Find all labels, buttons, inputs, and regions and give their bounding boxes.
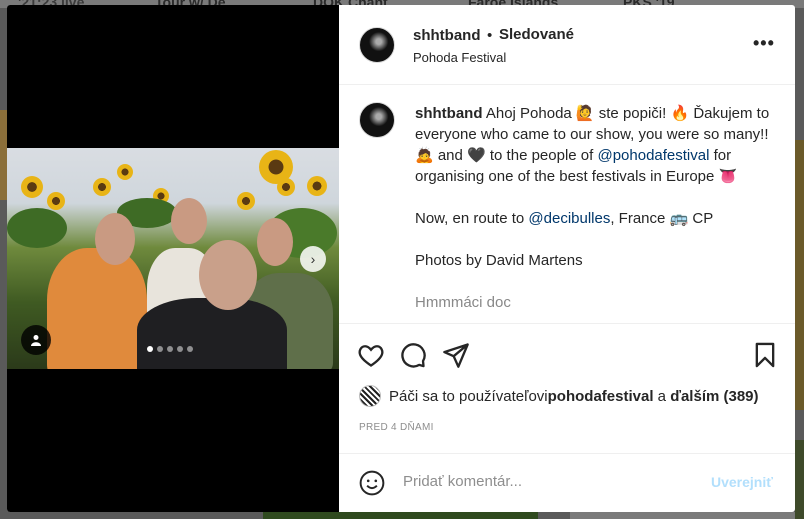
post-details: shhtband • Sledované Pohoda Festival •••… [339, 5, 795, 512]
carousel-dot [187, 346, 193, 352]
post-comment-button[interactable]: Uverejniť [711, 474, 773, 490]
carousel-dot [157, 346, 163, 352]
chevron-right-icon: › [310, 251, 316, 267]
carousel-next-button[interactable]: › [300, 246, 326, 272]
post-header: shhtband • Sledované Pohoda Festival ••• [339, 5, 795, 85]
background-thumbnail [263, 512, 538, 519]
liker-username[interactable]: pohodafestival [548, 388, 654, 405]
comment-input[interactable] [403, 473, 693, 490]
carousel-dot [177, 346, 183, 352]
likes-middle: a [653, 387, 671, 405]
user-tag-icon [31, 335, 41, 346]
avatar[interactable] [359, 385, 381, 407]
caption-text: Now, en route to [415, 210, 529, 227]
follow-status-button[interactable]: Sledované [499, 26, 574, 43]
bookmark-icon[interactable] [751, 341, 779, 369]
carousel-dot [147, 346, 153, 352]
background-thumbnail [795, 140, 804, 410]
likes-count[interactable]: ďalším (389) [670, 388, 758, 405]
likes-summary: Páči sa to používateľovi pohodafestival … [359, 385, 759, 407]
mention-link[interactable]: @decibulles [528, 210, 610, 227]
avatar[interactable] [359, 27, 395, 63]
mention-link[interactable]: @pohodafestival [597, 147, 709, 164]
post-media: › [7, 5, 339, 512]
more-icon[interactable]: ••• [753, 33, 775, 54]
tagged-users-button[interactable] [21, 325, 51, 355]
caption-username[interactable]: shhtband [415, 105, 483, 122]
avatar[interactable] [359, 102, 395, 138]
likes-prefix: Páči sa to používateľovi [389, 387, 548, 405]
post-photo[interactable] [7, 148, 339, 369]
post-location[interactable]: Pohoda Festival [413, 50, 506, 65]
caption-text: , France 🚌 CP [610, 210, 714, 227]
carousel-dots [147, 346, 193, 352]
caption-text: Ahoj Pohoda 🙋 ste popiči! 🔥 [485, 105, 690, 122]
comment-icon[interactable] [399, 341, 427, 369]
action-bar [339, 323, 795, 377]
author-username[interactable]: shhtband [413, 27, 481, 44]
heart-icon[interactable] [357, 341, 385, 369]
share-icon[interactable] [442, 341, 470, 369]
emoji-icon[interactable] [359, 470, 385, 496]
background-thumbnail [795, 440, 804, 519]
caption-text: Photos by David Martens [415, 252, 583, 269]
comment-bar: Uverejniť [339, 453, 795, 512]
carousel-dot [167, 346, 173, 352]
post-caption: shhtband Ahoj Pohoda 🙋 ste popiči! 🔥 Ďak… [415, 103, 781, 323]
background-thumbnail [570, 512, 795, 519]
post-timestamp[interactable]: PRED 4 DŇAMI [359, 422, 434, 433]
background-thumbnail [0, 110, 7, 200]
post-modal: › shhtband • Sledované Pohoda Festival •… [7, 5, 795, 512]
separator: • [487, 27, 493, 44]
comments-section: shhtband Ahoj Pohoda 🙋 ste popiči! 🔥 Ďak… [339, 85, 795, 323]
